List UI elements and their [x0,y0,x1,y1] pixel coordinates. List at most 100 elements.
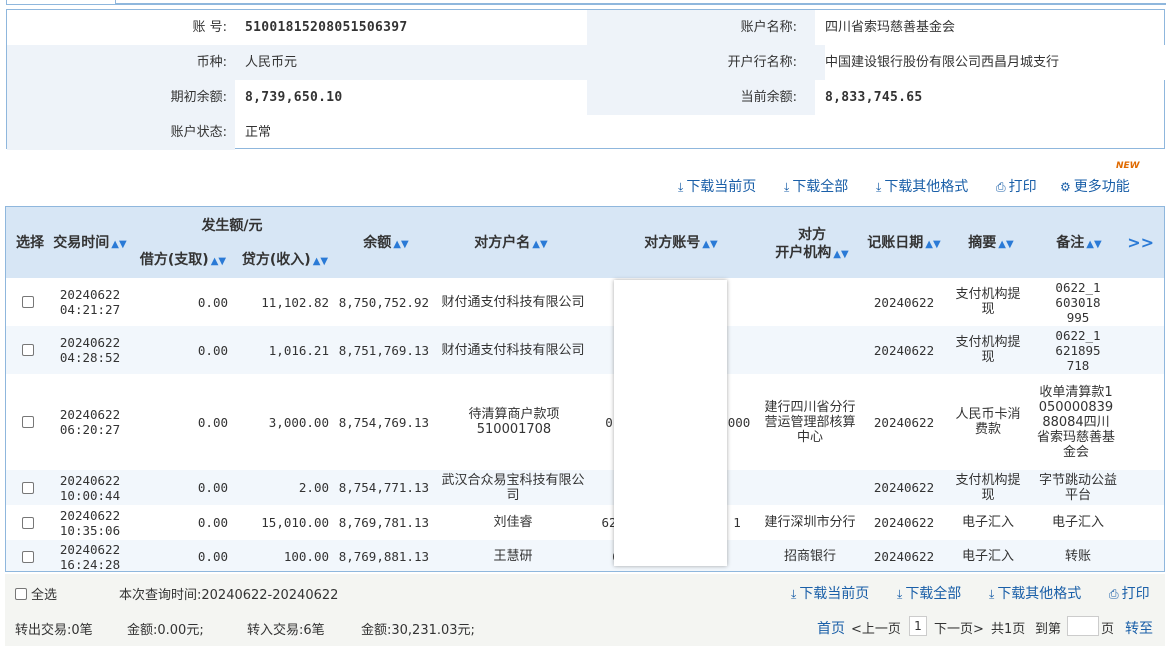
goto-page-input[interactable] [1067,616,1099,636]
footer-download-all-link[interactable]: ⤓ 下载全部 [897,583,961,603]
table-row[interactable]: 20240622 16:24:28 0.00 100.00 8,769,881.1… [6,540,1164,572]
row-balance: 8,769,781.13 [338,515,429,530]
print-link[interactable]: ⎙ 打印 [996,176,1037,196]
row-time: 20240622 04:21:27 [59,287,121,317]
row-debit: 0.00 [197,294,228,310]
row-time: 20240622 16:24:28 [59,541,121,572]
header-debit[interactable]: 借方(支取) ▲▼ [134,251,232,271]
row-credit: 100.00 [283,549,329,564]
header-counter-account[interactable]: 对方账号 ▲▼ [616,234,746,254]
row-checkbox[interactable] [22,344,34,356]
prev-page-link[interactable]: <上一页 [851,618,901,637]
select-all-checkbox[interactable] [15,588,27,600]
sort-icon[interactable]: ▲▼ [532,239,547,250]
footer-download-other-link[interactable]: ⤓ 下载其他格式 [989,583,1081,603]
first-page-link[interactable]: 首页 [817,618,845,638]
printer-icon: ⎙ [1109,587,1119,601]
row-summary: 电子汇入 [961,515,1014,530]
row-remark: 字节跳动公益平台 [1038,472,1117,503]
table-row[interactable]: 20240622 10:00:44 0.00 2.00 8,754,771.13 … [6,470,1164,505]
download-icon: ⤓ [876,180,882,194]
footer-download-page-link[interactable]: ⤓ 下载当前页 [791,583,869,603]
sort-icon[interactable]: ▲▼ [111,239,126,250]
row-post-date: 20240622 [873,515,935,530]
table-row[interactable]: 20240622 10:35:06 0.00 15,010.00 8,769,78… [6,505,1164,540]
download-page-link[interactable]: ⤓ 下载当前页 [678,176,756,196]
next-page-link[interactable]: 下一页> [934,618,984,637]
info-row-3: 期初余额: 8,739,650.10 当前余额: 8,833,745.65 [7,80,1164,115]
header-counter-bank[interactable]: 对方 开户机构 ▲▼ [766,226,858,264]
sort-icon[interactable]: ▲▼ [833,249,848,260]
info-row-4: 账户状态: 正常 [7,115,1164,150]
account-info-panel: 账 号: 51001815208051506397 账户名称: 四川省索玛慈善基… [6,9,1165,150]
download-other-format-link[interactable]: ⤓ 下载其他格式 [876,176,968,196]
sort-icon[interactable]: ▲▼ [211,256,226,267]
row-summary: 支付机构提现 [955,472,1021,503]
select-all[interactable]: 全选 [15,584,57,603]
download-icon: ⤓ [989,587,995,601]
header-counter-name[interactable]: 对方户名 ▲▼ [446,234,576,254]
printer-icon: ⎙ [996,180,1006,194]
expand-columns-icon[interactable]: >> [1127,233,1154,252]
row-credit: 15,010.00 [261,515,329,530]
sort-icon[interactable]: ▲▼ [702,239,717,250]
header-time[interactable]: 交易时间 ▲▼ [52,234,128,254]
header-amount-group: 发生额/元 [201,218,263,234]
sort-icon[interactable]: ▲▼ [393,239,408,250]
row-counter-name: 待清算商户款项510001708 [468,407,560,437]
row-checkbox[interactable] [22,550,34,563]
row-debit: 0.00 [197,342,228,358]
row-balance: 8,754,769.13 [338,414,429,430]
sort-icon[interactable]: ▲▼ [1086,239,1101,250]
row-counter-bank: 建行四川省分行营运管理部核算中心 [764,399,856,445]
account-name: 四川省索玛慈善基金会 [825,20,956,35]
row-checkbox[interactable] [22,296,34,308]
out-count: 转出交易:0笔 [15,623,93,638]
row-credit: 1,016.21 [268,342,329,358]
row-remark: 转账 [1064,549,1091,564]
account-name-label: 账户名称: [740,20,797,35]
download-icon: ⤓ [897,587,903,601]
row-counter-name: 武汉合众易宝科技有限公司 [441,472,585,503]
row-counter-account-end: 1 [733,515,741,530]
header-credit[interactable]: 贷方(收入) ▲▼ [236,251,334,271]
header-remark[interactable]: 备注 ▲▼ [1046,234,1112,254]
top-tab-strip [0,0,1172,6]
table-row[interactable]: 20240622 04:28:52 0.00 1,016.21 8,751,769… [6,326,1164,374]
currency-label: 币种: [196,55,227,70]
row-credit: 11,102.82 [261,294,329,310]
row-summary: 支付机构提现 [955,287,1021,317]
goto-button[interactable]: 转至 [1125,618,1153,638]
row-debit: 0.00 [197,414,228,430]
row-checkbox[interactable] [22,416,34,428]
row-debit: 0.00 [197,480,228,495]
row-time: 20240622 04:28:52 [59,335,121,365]
more-functions-link[interactable]: ⚙ 更多功能 [1060,176,1130,196]
opening-balance-label: 期初余额: [170,90,227,105]
sort-icon[interactable]: ▲▼ [998,239,1013,250]
row-summary: 支付机构提现 [955,335,1021,365]
footer-print-link[interactable]: ⎙ 打印 [1109,583,1150,603]
download-icon: ⤓ [791,587,797,601]
table-row[interactable]: 20240622 04:21:27 0.00 11,102.82 8,750,75… [6,278,1164,326]
account-status: 正常 [245,125,272,140]
in-amount: 金额:30,231.03元; [361,623,475,638]
sort-icon[interactable]: ▲▼ [313,256,328,267]
row-checkbox[interactable] [22,481,34,494]
row-credit: 3,000.00 [268,414,329,430]
download-icon: ⤓ [784,180,790,194]
row-post-date: 20240622 [873,414,935,430]
header-post-date[interactable]: 记账日期 ▲▼ [861,234,947,254]
current-balance: 8,833,745.65 [825,90,923,105]
row-checkbox[interactable] [22,516,34,529]
header-balance[interactable]: 余额 ▲▼ [346,234,426,254]
row-remark: 电子汇入 [1051,515,1104,530]
info-row-2: 币种: 人民币元 开户行名称: 中国建设银行股份有限公司西昌月城支行 [7,45,1165,80]
row-balance: 8,769,881.13 [338,549,429,564]
header-select: 选择 [16,235,44,251]
download-all-link[interactable]: ⤓ 下载全部 [784,176,848,196]
active-tab[interactable] [6,0,116,5]
table-row[interactable]: 20240622 06:20:27 0.00 3,000.00 8,754,769… [6,374,1164,470]
sort-icon[interactable]: ▲▼ [925,239,940,250]
header-summary[interactable]: 摘要 ▲▼ [958,234,1024,254]
